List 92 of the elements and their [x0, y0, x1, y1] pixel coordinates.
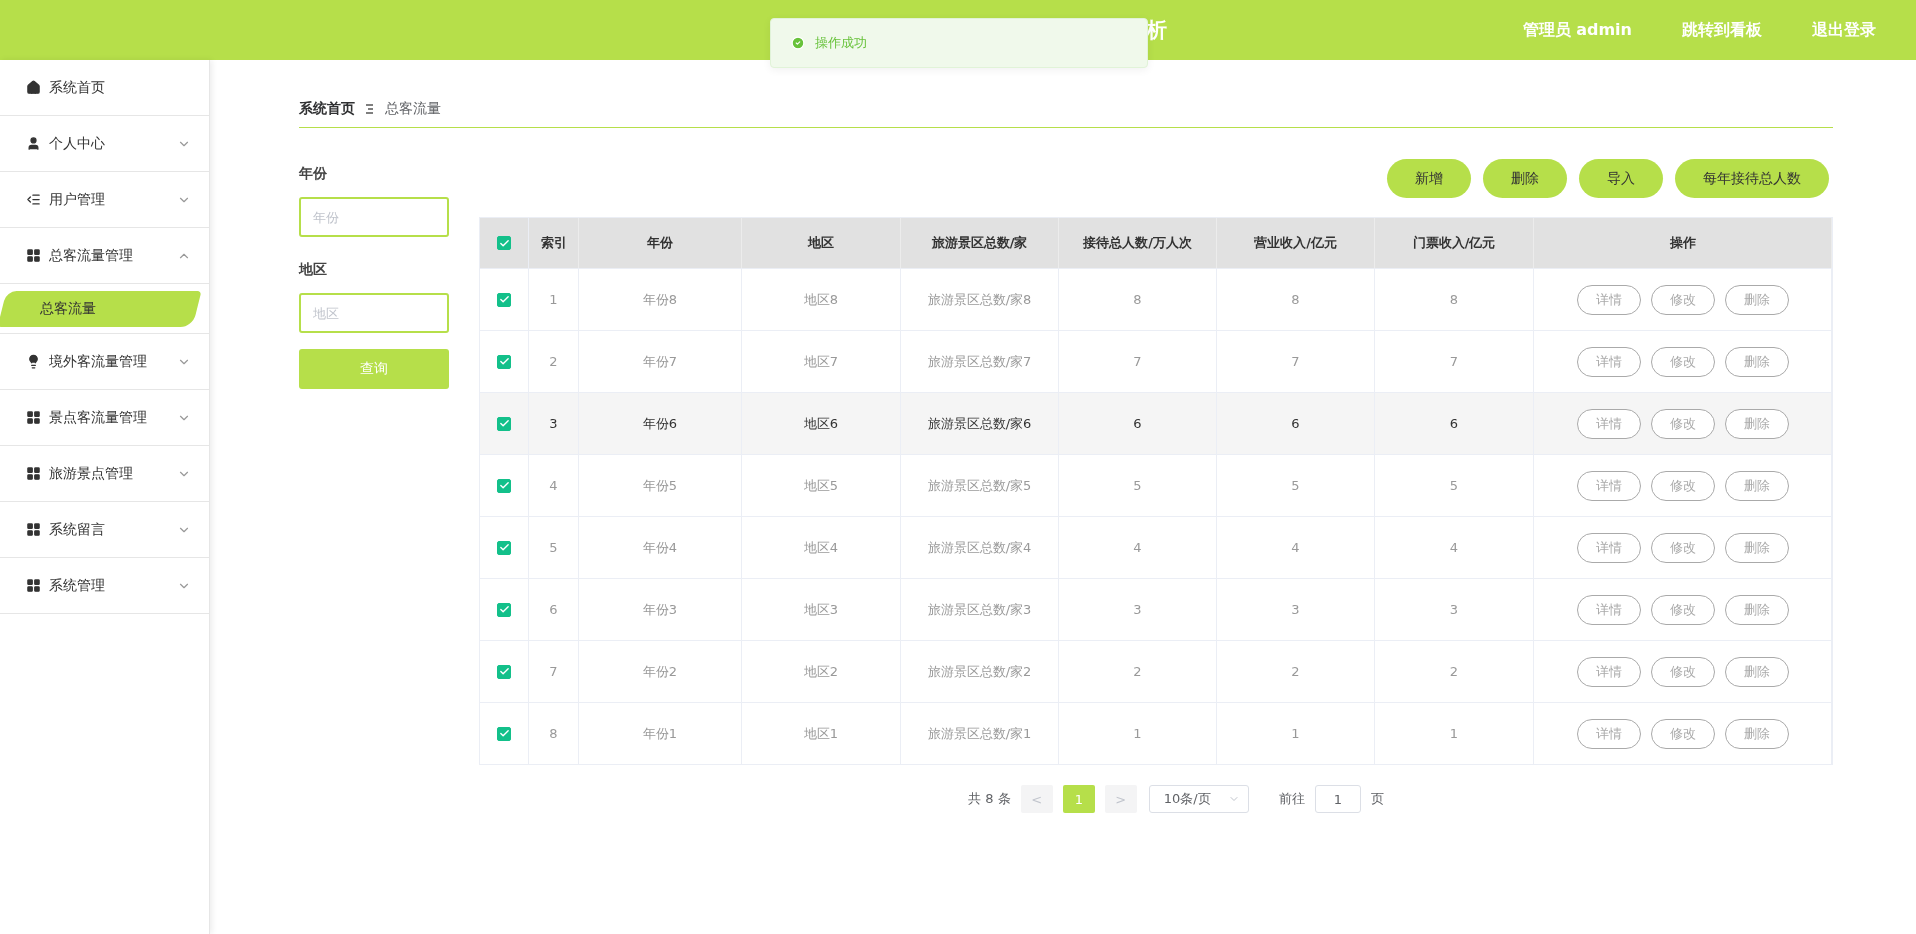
sidebar-item[interactable]: 用户管理: [0, 172, 209, 228]
goto-label: 前往: [1278, 790, 1305, 808]
table-cell: 地区1: [742, 703, 901, 764]
checkbox[interactable]: [497, 478, 511, 493]
sidebar-item[interactable]: 景点客流量管理: [0, 390, 209, 446]
row-action-button[interactable]: 修改: [1650, 470, 1715, 501]
row-action-button[interactable]: 删除: [1724, 718, 1789, 749]
sidebar-item[interactable]: 总客流量管理: [0, 228, 209, 284]
filter-input[interactable]: 地区: [299, 293, 449, 333]
header-link[interactable]: 跳转到看板: [1682, 19, 1762, 41]
checkbox[interactable]: [497, 236, 511, 250]
row-action-button[interactable]: 修改: [1650, 594, 1715, 625]
row-action-button[interactable]: 修改: [1650, 284, 1715, 315]
menu-icon: [26, 354, 41, 369]
checkbox[interactable]: [497, 540, 511, 555]
separator-icon: [365, 102, 375, 115]
breadcrumb-item[interactable]: 系统首页: [299, 99, 355, 118]
page-input[interactable]: 1: [1314, 785, 1361, 813]
row-action-button[interactable]: 修改: [1650, 408, 1715, 439]
checkbox[interactable]: [497, 726, 511, 741]
submenu-item[interactable]: 总客流量: [0, 290, 202, 327]
toast-message: 操作成功: [815, 34, 867, 52]
menu-icon: [26, 192, 41, 207]
row-action-button[interactable]: 详情: [1576, 284, 1641, 315]
row-action-button[interactable]: 修改: [1650, 346, 1715, 377]
row-action-button[interactable]: 修改: [1650, 656, 1715, 687]
page-button[interactable]: 1: [1062, 785, 1095, 813]
next-page-button[interactable]: >: [1104, 785, 1137, 813]
row-action-button[interactable]: 修改: [1650, 718, 1715, 749]
table-row[interactable]: 7 年份2 地区2 旅游景区总数/家2 2 2 2 详情 修改 删除: [480, 640, 1832, 702]
row-action-button[interactable]: 删除: [1724, 284, 1789, 315]
menu-icon: [26, 410, 41, 425]
row-action-button[interactable]: 详情: [1576, 408, 1641, 439]
table-row[interactable]: 1 年份8 地区8 旅游景区总数/家8 8 8 8 详情 修改 删除: [480, 268, 1832, 330]
row-action-button[interactable]: 详情: [1576, 594, 1641, 625]
table-cell: 年份1: [579, 703, 742, 764]
checkbox[interactable]: [497, 354, 511, 369]
checkbox[interactable]: [497, 664, 511, 679]
sidebar-item[interactable]: 系统留言: [0, 502, 209, 558]
table-row[interactable]: 6 年份3 地区3 旅游景区总数/家3 3 3 3 详情 修改 删除: [480, 578, 1832, 640]
filter-label: 地区: [299, 261, 328, 279]
prev-page-button[interactable]: <: [1020, 785, 1053, 813]
action-button[interactable]: 新增: [1387, 159, 1471, 198]
sidebar-item[interactable]: 境外客流量管理: [0, 334, 209, 390]
row-action-button[interactable]: 删除: [1724, 656, 1789, 687]
checkbox[interactable]: [497, 602, 511, 617]
row-action-button[interactable]: 详情: [1576, 470, 1641, 501]
row-action-button[interactable]: 删除: [1724, 408, 1789, 439]
total-count: 共 8 条: [968, 790, 1011, 808]
checkbox[interactable]: [497, 292, 511, 307]
row-action-button[interactable]: 删除: [1724, 470, 1789, 501]
header-link[interactable]: 管理员 admin: [1522, 19, 1632, 41]
filter-label: 年份: [299, 165, 328, 183]
row-action-button[interactable]: 详情: [1576, 532, 1641, 563]
filter-input[interactable]: 年份: [299, 197, 449, 237]
search-button[interactable]: 查询: [299, 349, 449, 389]
row-action-button[interactable]: 详情: [1576, 346, 1641, 377]
check-circle-icon: [791, 36, 805, 50]
row-action-button[interactable]: 删除: [1724, 532, 1789, 563]
row-action-button[interactable]: 详情: [1576, 656, 1641, 687]
page-size-select[interactable]: 10条/页: [1148, 785, 1249, 813]
table-row[interactable]: 4 年份5 地区5 旅游景区总数/家5 5 5 5 详情 修改 删除: [480, 454, 1832, 516]
menu-icon: [26, 248, 41, 263]
sidebar-item[interactable]: 系统首页: [0, 60, 209, 116]
menu-icon: [26, 136, 41, 151]
menu-icon: [26, 80, 41, 95]
row-action-button[interactable]: 删除: [1724, 346, 1789, 377]
checkbox[interactable]: [497, 416, 511, 431]
header-link[interactable]: 退出登录: [1812, 19, 1876, 41]
table-row[interactable]: 2 年份7 地区7 旅游景区总数/家7 7 7 7 详情 修改 删除: [480, 330, 1832, 392]
action-button[interactable]: 导入: [1579, 159, 1663, 198]
menu-icon: [26, 466, 41, 481]
row-action-button[interactable]: 删除: [1724, 594, 1789, 625]
row-action-button[interactable]: 修改: [1650, 532, 1715, 563]
table-cell: 旅游景区总数/家1: [901, 703, 1059, 764]
table-row[interactable]: 3 年份6 地区6 旅游景区总数/家6 6 6 6 详情 修改 删除: [480, 392, 1832, 454]
page-suffix: 页: [1370, 790, 1384, 808]
table-cell: 1: [1059, 703, 1217, 764]
breadcrumb-item: 总客流量: [385, 99, 441, 118]
table-row[interactable]: 5 年份4 地区4 旅游景区总数/家4 4 4 4 详情 修改 删除: [480, 516, 1832, 578]
menu-icon: [26, 578, 41, 593]
menu-icon: [26, 522, 41, 537]
sidebar-item[interactable]: 系统管理: [0, 558, 209, 614]
table-cell: 8: [529, 703, 579, 764]
table-row[interactable]: 8 年份1 地区1 旅游景区总数/家1 1 1 1 详情 修改 删除: [480, 702, 1832, 764]
table-cell: 1: [1375, 703, 1534, 764]
sidebar-item[interactable]: 旅游景点管理: [0, 446, 209, 502]
action-button[interactable]: 删除: [1483, 159, 1567, 198]
table-cell: 1: [1217, 703, 1375, 764]
sidebar-item[interactable]: 个人中心: [0, 116, 209, 172]
row-action-button[interactable]: 详情: [1576, 718, 1641, 749]
action-button[interactable]: 每年接待总人数: [1675, 159, 1829, 198]
